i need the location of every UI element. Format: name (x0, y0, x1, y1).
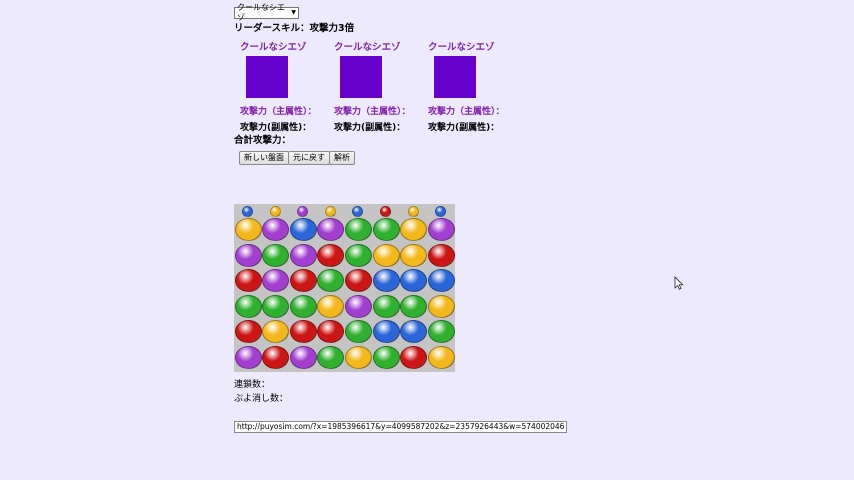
puyo-green[interactable] (289, 294, 317, 318)
card-name: クールなシエゾ (428, 42, 495, 53)
analyze-button[interactable]: 解析 (329, 151, 355, 165)
puyo-red[interactable] (317, 243, 345, 267)
puyo-blue[interactable] (427, 269, 455, 293)
next-puyo-blue (242, 206, 253, 217)
puyo-green[interactable] (372, 294, 400, 318)
card-portrait[interactable] (434, 56, 476, 98)
puyo-purple[interactable] (262, 269, 290, 293)
puyo-blue[interactable] (400, 269, 428, 293)
puyo-green[interactable] (262, 243, 290, 267)
card-1: クールなシエゾ 攻撃力（主属性）： 攻撃力(副属性)： (240, 39, 330, 133)
puyo-green[interactable] (372, 218, 400, 241)
puyo-blue[interactable] (289, 218, 317, 241)
puyo-red[interactable] (262, 346, 290, 369)
puyo-red[interactable] (289, 320, 317, 344)
puyo-green[interactable] (262, 294, 290, 318)
card-name: クールなシエゾ (240, 42, 307, 53)
puyo-board[interactable] (234, 204, 455, 372)
leader-select[interactable]: クールなシエゾ ▼ (234, 3, 299, 22)
total-attack-label: 合計攻撃力： (234, 135, 292, 146)
puyo-green[interactable] (344, 218, 372, 241)
puyo-green[interactable] (427, 320, 455, 344)
leader-skill-text: リーダースキル：攻撃力3倍 (234, 23, 355, 34)
puyo-blue[interactable] (400, 320, 428, 344)
chevron-down-icon: ▼ (291, 9, 296, 16)
puyo-purple[interactable] (427, 218, 455, 241)
puyo-yellow[interactable] (372, 243, 400, 267)
puyo-red[interactable] (427, 243, 455, 267)
puyo-yellow[interactable] (262, 320, 290, 344)
next-puyo-purple (297, 206, 309, 217)
puyo-purple[interactable] (344, 294, 372, 318)
puyo-clear-count-label: ぷよ消し数： (234, 394, 289, 404)
card-attack-main: 攻撃力（主属性）： (334, 107, 411, 117)
puyo-blue[interactable] (372, 320, 400, 344)
puyo-green[interactable] (372, 346, 400, 369)
card-portrait[interactable] (246, 56, 288, 98)
puyo-red[interactable] (344, 269, 372, 293)
puyo-purple[interactable] (289, 346, 317, 369)
next-puyo-yellow (407, 206, 419, 217)
card-attack-sub: 攻撃力(副属性)： (428, 123, 500, 133)
puyo-purple[interactable] (234, 243, 262, 267)
puyo-yellow[interactable] (400, 218, 428, 241)
puyo-green[interactable] (317, 269, 345, 293)
puyo-green[interactable] (400, 294, 428, 318)
puyo-purple[interactable] (234, 346, 262, 369)
next-puyo-blue (352, 206, 364, 217)
puyo-red[interactable] (234, 320, 262, 344)
card-3: クールなシエゾ 攻撃力（主属性）： 攻撃力(副属性)： (428, 39, 518, 133)
puyo-red[interactable] (289, 269, 317, 293)
mouse-cursor-icon (674, 276, 684, 290)
puyo-yellow[interactable] (234, 218, 262, 241)
next-puyo-blue (435, 206, 447, 217)
puyo-green[interactable] (234, 294, 262, 318)
puyo-purple[interactable] (289, 243, 317, 267)
puyo-green[interactable] (344, 320, 372, 344)
puyo-green[interactable] (317, 346, 345, 369)
puyo-blue[interactable] (372, 269, 400, 293)
next-puyo-yellow (269, 206, 281, 217)
card-attack-sub: 攻撃力(副属性)： (334, 123, 406, 133)
next-puyo-red (380, 206, 391, 217)
card-portrait[interactable] (340, 56, 382, 98)
new-board-button[interactable]: 新しい盤面 (239, 151, 289, 165)
puyo-yellow[interactable] (344, 346, 372, 369)
puyo-green[interactable] (344, 243, 372, 267)
puyo-yellow[interactable] (427, 294, 455, 318)
puyo-yellow[interactable] (317, 294, 345, 318)
undo-button[interactable]: 元に戻す (288, 151, 330, 165)
puyo-yellow[interactable] (427, 346, 455, 369)
next-puyo-yellow (324, 206, 336, 217)
url-field[interactable]: http://puyosim.com/?x=1985396617&y=40995… (234, 421, 567, 433)
puyo-purple[interactable] (262, 218, 290, 241)
card-attack-main: 攻撃力（主属性）： (428, 107, 505, 117)
puyo-purple[interactable] (317, 218, 345, 241)
card-2: クールなシエゾ 攻撃力（主属性）： 攻撃力(副属性)： (334, 39, 424, 133)
puyo-red[interactable] (400, 346, 428, 369)
chain-count-label: 連鎖数： (234, 380, 271, 390)
card-attack-main: 攻撃力（主属性）： (240, 107, 317, 117)
card-name: クールなシエゾ (334, 42, 401, 53)
puyo-yellow[interactable] (400, 243, 428, 267)
puyo-red[interactable] (234, 269, 262, 293)
puyo-red[interactable] (317, 320, 345, 344)
